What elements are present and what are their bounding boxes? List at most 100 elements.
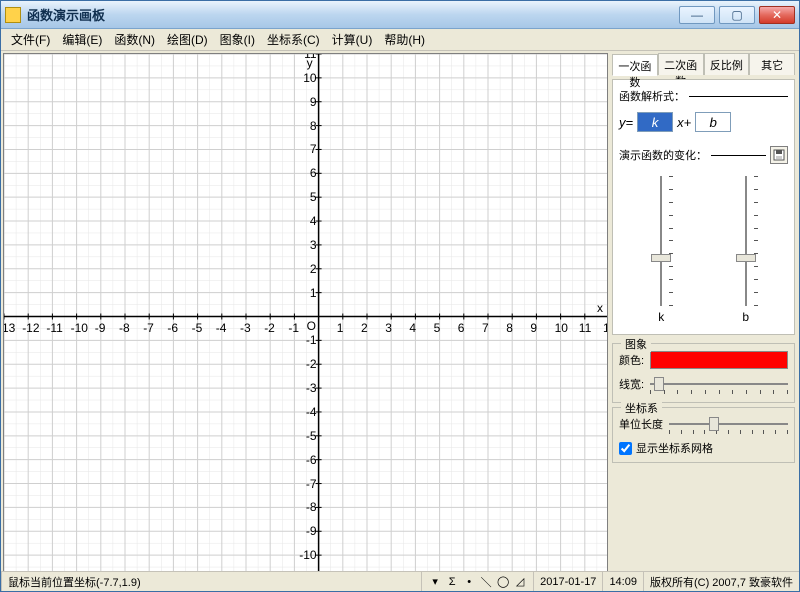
x-tick-label: -3 — [240, 321, 251, 335]
equation-row: y= x+ — [619, 112, 788, 132]
linewidth-slider[interactable] — [650, 375, 788, 393]
x-tick-label: 3 — [385, 321, 392, 335]
x-tick-label: -7 — [143, 321, 154, 335]
color-swatch[interactable] — [650, 351, 788, 369]
menu-calc[interactable]: 计算(U) — [326, 29, 379, 50]
tool-angle-icon[interactable]: ◿ — [513, 575, 527, 589]
status-tools: ▾ Σ • ＼ ◯ ◿ — [422, 572, 534, 591]
y-tick-label: -5 — [299, 429, 317, 443]
tool-sigma-icon[interactable]: Σ — [445, 575, 459, 589]
formula-heading: 函数解析式： — [619, 88, 685, 104]
status-time: 14:09 — [603, 572, 644, 591]
grid-checkbox-label: 显示坐标系网格 — [636, 440, 713, 456]
y-tick-label: -9 — [299, 524, 317, 538]
k-slider[interactable] — [649, 176, 673, 306]
y-tick-label: 5 — [299, 190, 317, 204]
x-tick-label: -1 — [288, 321, 299, 335]
close-button[interactable]: ✕ — [759, 6, 795, 24]
y-tick-label: 7 — [299, 142, 317, 156]
image-group: 图象 颜色: 线宽: — [612, 343, 795, 403]
menu-graph[interactable]: 图象(I) — [214, 29, 261, 50]
x-tick-label: 7 — [482, 321, 489, 335]
y-tick-label: 9 — [299, 95, 317, 109]
menu-edit[interactable]: 编辑(E) — [56, 29, 108, 50]
menu-file[interactable]: 文件(F) — [5, 29, 56, 50]
tool-flag-icon[interactable]: ▾ — [428, 575, 442, 589]
x-axis-label: x — [597, 301, 603, 315]
y-tick-label: -1 — [299, 333, 317, 347]
y-tick-label: 3 — [299, 238, 317, 252]
x-tick-label: -4 — [216, 321, 227, 335]
maximize-button[interactable]: ▢ — [719, 6, 755, 24]
menu-help[interactable]: 帮助(H) — [378, 29, 431, 50]
y-tick-label: 4 — [299, 214, 317, 228]
x-tick-label: -5 — [192, 321, 203, 335]
x-tick-label: 11 — [579, 321, 591, 335]
status-mouse: 鼠标当前位置坐标(-7.7,1.9) — [1, 572, 422, 591]
tool-circle-icon[interactable]: ◯ — [496, 575, 510, 589]
app-window: 函数演示画板 — ▢ ✕ 文件(F) 编辑(E) 函数(N) 绘图(D) 图象(… — [0, 0, 800, 592]
status-date: 2017-01-17 — [534, 572, 603, 591]
menubar: 文件(F) 编辑(E) 函数(N) 绘图(D) 图象(I) 坐标系(C) 计算(… — [1, 29, 799, 51]
y-tick-label: 10 — [299, 71, 317, 85]
side-panel: 一次函数 二次函数 反比例 其它 函数解析式： y= x+ 演示函数的变化： — [608, 51, 799, 571]
unit-slider[interactable] — [669, 415, 788, 433]
unit-label: 单位长度 — [619, 416, 663, 432]
grid-checkbox[interactable] — [619, 442, 632, 455]
formula-panel: 函数解析式： y= x+ 演示函数的变化： — [612, 79, 795, 335]
coord-group: 坐标系 单位长度 显示坐标系网格 — [612, 407, 795, 463]
menu-draw[interactable]: 绘图(D) — [161, 29, 214, 50]
y-tick-label: -10 — [299, 548, 317, 562]
save-icon[interactable] — [770, 146, 788, 164]
x-tick-label: 2 — [361, 321, 368, 335]
y-tick-label: -7 — [299, 477, 317, 491]
x-tick-label: 1 — [337, 321, 344, 335]
b-slider-label: b — [742, 310, 749, 324]
coord-legend: 坐标系 — [621, 400, 662, 416]
origin-label: O — [307, 319, 316, 333]
y-tick-label: -8 — [299, 500, 317, 514]
tool-line-icon[interactable]: ＼ — [479, 575, 493, 589]
menu-coord[interactable]: 坐标系(C) — [261, 29, 326, 50]
x-tick-label: -2 — [264, 321, 275, 335]
k-input[interactable] — [637, 112, 673, 132]
image-legend: 图象 — [621, 336, 651, 352]
y-tick-label: 2 — [299, 262, 317, 276]
minimize-button[interactable]: — — [679, 6, 715, 24]
graph-canvas[interactable]: y x O -13-12-11-10-9-8-7-6-5-4-3-2-11234… — [3, 53, 608, 571]
y-tick-label: -4 — [299, 405, 317, 419]
x-tick-label: 12 — [603, 321, 608, 335]
y-tick-label: 6 — [299, 166, 317, 180]
x-tick-label: 5 — [434, 321, 441, 335]
grid-checkbox-row[interactable]: 显示坐标系网格 — [619, 436, 788, 456]
x-tick-label: -10 — [71, 321, 88, 335]
menu-func[interactable]: 函数(N) — [108, 29, 161, 50]
tab-inverse[interactable]: 反比例 — [704, 53, 750, 75]
y-tick-label: 8 — [299, 119, 317, 133]
tool-point-icon[interactable]: • — [462, 575, 476, 589]
eq-mid: x+ — [677, 115, 691, 130]
demo-heading: 演示函数的变化： — [619, 147, 707, 163]
eq-prefix: y= — [619, 115, 633, 130]
app-icon — [5, 7, 21, 23]
tab-bar: 一次函数 二次函数 反比例 其它 — [612, 53, 795, 75]
y-tick-label: -2 — [299, 357, 317, 371]
x-tick-label: -12 — [22, 321, 39, 335]
x-tick-label: 4 — [409, 321, 416, 335]
b-slider[interactable] — [734, 176, 758, 306]
y-tick-label: 11 — [299, 53, 317, 61]
tab-linear[interactable]: 一次函数 — [612, 54, 658, 76]
b-input[interactable] — [695, 112, 731, 132]
x-tick-label: 8 — [506, 321, 513, 335]
window-title: 函数演示画板 — [27, 5, 679, 24]
x-tick-label: -11 — [46, 321, 62, 335]
k-slider-label: k — [658, 310, 664, 324]
tab-other[interactable]: 其它 — [749, 53, 795, 75]
x-tick-label: -9 — [95, 321, 106, 335]
status-copyright: 版权所有(C) 2007,7 致豪软件 — [644, 572, 799, 591]
x-tick-label: -6 — [167, 321, 178, 335]
x-tick-label: 6 — [458, 321, 465, 335]
tab-quadratic[interactable]: 二次函数 — [658, 53, 704, 75]
titlebar: 函数演示画板 — ▢ ✕ — [1, 1, 799, 29]
x-tick-label: 10 — [555, 321, 568, 335]
